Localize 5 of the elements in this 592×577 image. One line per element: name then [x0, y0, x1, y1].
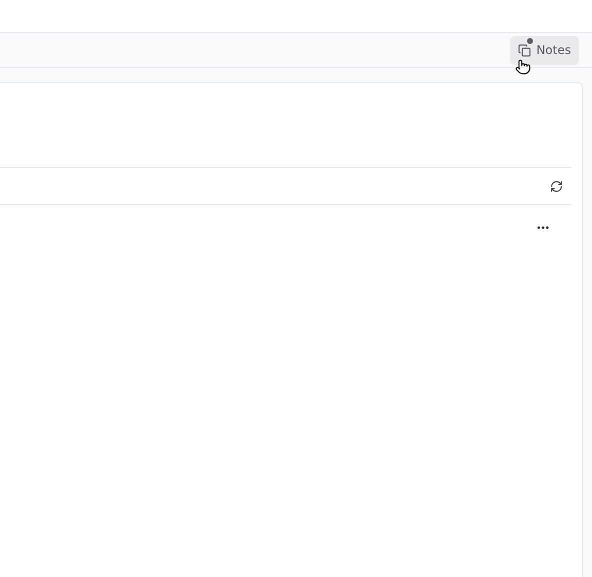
more-menu-button[interactable]: •••: [536, 224, 549, 234]
notes-icon: [518, 44, 532, 56]
notes-button[interactable]: Notes: [510, 36, 579, 64]
refresh-icon[interactable]: [550, 180, 563, 192]
hand-cursor-icon: [515, 59, 531, 75]
